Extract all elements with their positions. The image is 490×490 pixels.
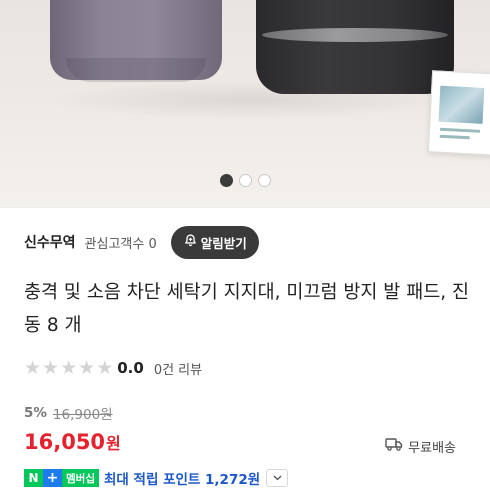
gallery-pagination: [0, 174, 490, 187]
plus-badge: +: [43, 469, 62, 487]
star-icon: ★: [96, 357, 114, 379]
book-cover-picture: [438, 85, 485, 124]
gallery-dot-2[interactable]: [238, 174, 252, 187]
store-name-link[interactable]: 신수무역: [24, 232, 76, 252]
review-count-link[interactable]: 0건 리뷰: [154, 359, 202, 378]
alert-subscribe-button[interactable]: 알림받기: [170, 225, 259, 259]
rating-stars: ★ ★ ★ ★ ★: [24, 358, 113, 378]
book-text-line: [439, 134, 470, 140]
bell-plus-icon: [183, 233, 198, 251]
membership-badge: 멤버십: [62, 469, 99, 487]
store-row: 신수무역 관심고객수 0 알림받기: [24, 224, 259, 260]
rating-score: 0.0: [117, 359, 144, 377]
points-expand-button[interactable]: [266, 469, 289, 487]
book-text-line: [440, 127, 481, 133]
discount-rate: 5%: [24, 405, 47, 421]
price-row: 16,050 원: [24, 430, 121, 454]
image-divider: [0, 207, 490, 208]
gray-foot-pad-rim: [66, 58, 206, 82]
delivery-truck-icon: [385, 436, 403, 456]
membership-points-row: N + 멤버십 최대 적립 포인트 1,272원: [24, 468, 289, 488]
star-icon: ★: [42, 357, 60, 379]
original-price: 16,900원: [52, 407, 113, 423]
max-points-text: 최대 적립 포인트 1,272원: [103, 472, 261, 488]
black-foot-pad-band: [262, 28, 448, 42]
product-title: 충격 및 소음 차단 세탁기 지지대, 미끄럼 방지 발 패드, 진동 8 개: [24, 282, 470, 336]
chevron-down-icon: [273, 475, 282, 481]
star-icon: ★: [78, 357, 96, 379]
alert-button-label: 알림받기: [200, 235, 247, 251]
star-icon: ★: [24, 357, 42, 379]
shipping-label: 무료배송: [408, 440, 456, 456]
black-foot-pad: [256, 0, 454, 94]
naver-n-badge: N: [24, 469, 43, 487]
gallery-dot-3[interactable]: [257, 174, 271, 187]
shipping-info: 무료배송: [385, 436, 456, 456]
product-image[interactable]: [0, 0, 490, 207]
interest-count: 관심고객수 0: [84, 236, 157, 252]
gallery-dot-1[interactable]: [219, 174, 233, 187]
discount-row: 5% 16,900원: [24, 403, 113, 423]
background-book: [427, 70, 490, 156]
sale-price: 16,050: [24, 430, 106, 454]
rating-row[interactable]: ★ ★ ★ ★ ★ 0.0 0건 리뷰: [24, 358, 202, 378]
sale-price-unit: 원: [106, 434, 121, 453]
star-icon: ★: [60, 357, 78, 379]
